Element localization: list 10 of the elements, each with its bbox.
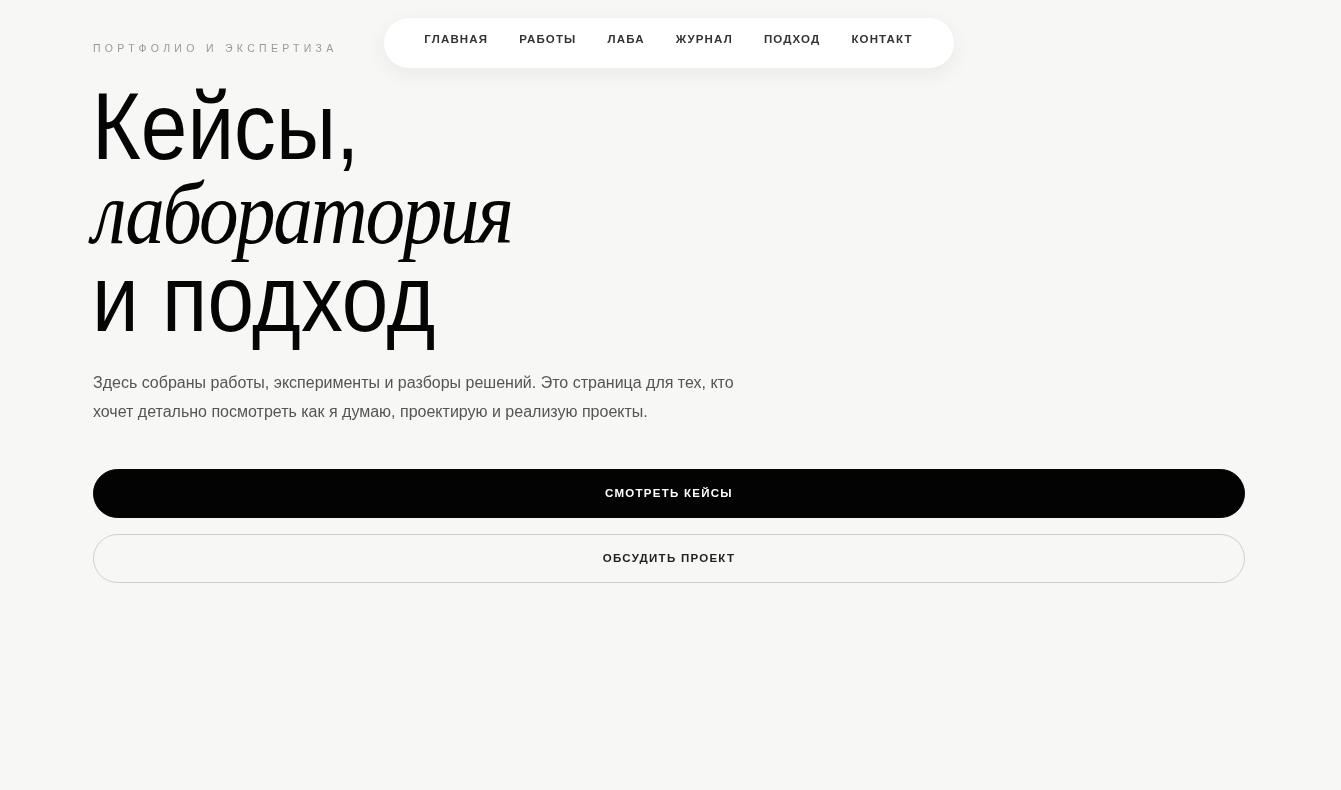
nav-link[interactable]: ПОДХОД xyxy=(763,34,821,52)
view-cases-button[interactable]: СМОТРЕТЬ КЕЙСЫ xyxy=(93,469,1245,518)
nav-link[interactable]: ГЛАВНАЯ xyxy=(424,34,489,52)
eyebrow-label: ПОРТФОЛИО И ЭКСПЕРТИЗА xyxy=(93,41,339,54)
nav-link[interactable]: КОНТАКТ xyxy=(851,34,913,52)
page-heading: Кейсы, лаборатория и подход xyxy=(85,84,619,356)
nav-link[interactable]: РАБОТЫ xyxy=(519,34,577,52)
intro-paragraph: Здесь собраны работы, эксперименты и разборы решений. Это страница для тех, кто хочет детально посмотреть как я думаю, проектирую и реализую проекты. xyxy=(93,373,735,422)
nav-link[interactable]: ЖУРНАЛ xyxy=(675,34,733,52)
nav-link[interactable]: ЛАБА xyxy=(607,34,645,52)
